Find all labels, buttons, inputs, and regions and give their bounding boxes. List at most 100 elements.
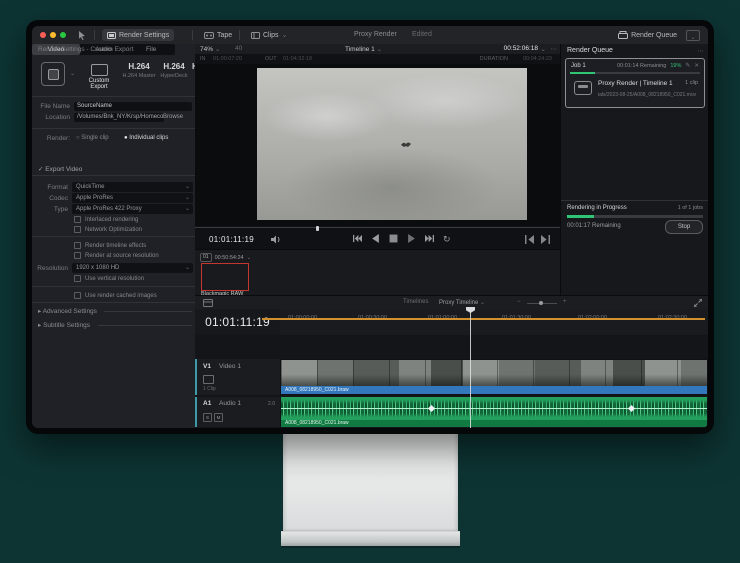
preset-custom-export[interactable]: Custom Export [80, 60, 118, 90]
render-queue-panel: Render Queue ⋯ Job 1 00:01:14 Remaining … [560, 44, 708, 295]
play-icon[interactable] [407, 234, 416, 243]
tab-file[interactable]: File [127, 44, 175, 55]
render-settings-panel: Render Settings - Custom Export ⌄ Custom… [32, 44, 196, 428]
resolution-dropdown[interactable]: 1920 x 1080 HD⌄ [72, 263, 193, 273]
vertical-resolution-checkbox[interactable]: Use vertical resolution [74, 275, 144, 282]
interlaced-rendering-checkbox[interactable]: Interlaced rendering [74, 216, 138, 223]
render-queue-toggle-button[interactable]: Render Queue [613, 29, 682, 41]
match-frame-in-icon[interactable] [525, 235, 534, 244]
audio-track-header[interactable]: A1 Audio 1 2.0 S M [195, 397, 281, 427]
expand-panel-icon[interactable] [694, 299, 702, 307]
job-name: Job 1 [571, 63, 586, 69]
audio-clip-waveform[interactable] [281, 397, 707, 420]
more-icon[interactable]: ⋯ [697, 47, 704, 55]
individual-clips-label: Individual clips [129, 135, 168, 141]
video-track-lane[interactable]: A008_08218950_C021.braw [280, 359, 708, 395]
render-target-icon [574, 81, 592, 95]
network-optimization-checkbox[interactable]: Network Optimization [74, 226, 142, 233]
speaker-icon[interactable] [271, 235, 282, 244]
render-source-resolution-checkbox[interactable]: Render at source resolution [74, 252, 159, 259]
arrow-right-icon: ▸ [38, 322, 41, 329]
timeline-ruler[interactable]: 01:01:11:19 01:00:00:00 01:00:30:00 01:0… [195, 309, 708, 335]
location-input[interactable]: /Volumes/Bnk_NY/Krsp/Homecoming_NR5/D [74, 113, 164, 122]
stop-icon[interactable] [389, 234, 398, 243]
stop-render-button[interactable]: Stop [665, 220, 703, 234]
preset-title: H.264 [158, 62, 190, 71]
format-dropdown[interactable]: QuickTime⌄ [72, 182, 193, 192]
mute-icon[interactable]: M [214, 413, 223, 422]
job-remaining: 00:01:14 Remaining [617, 63, 666, 69]
audio-track-lane[interactable]: A008_08218950_C021.braw [280, 397, 708, 427]
go-to-start-icon[interactable] [353, 234, 362, 243]
track-enable-icon[interactable] [203, 375, 214, 384]
video-track-header[interactable]: V1 Video 1 1 Clip [195, 359, 281, 395]
zoom-slider-handle[interactable] [539, 301, 543, 305]
clip-thumbnail[interactable] [201, 263, 249, 291]
codec-dropdown[interactable]: Apple ProRes⌄ [72, 193, 193, 203]
timeline-view-icon[interactable] [203, 299, 213, 307]
solo-icon[interactable]: S [203, 413, 212, 422]
audio-clip-bar[interactable]: A008_08218950_C021.braw [281, 420, 707, 427]
preset-custom-icon-card[interactable] [38, 62, 68, 86]
render-settings-button[interactable]: Render Settings [102, 29, 174, 41]
zoom-out-icon[interactable]: − [517, 299, 521, 305]
chevron-down-icon: ⌄ [282, 31, 288, 39]
track-accent [195, 359, 197, 395]
render-timeline-effects-checkbox[interactable]: Render timeline effects [74, 242, 146, 249]
file-name-input[interactable]: SourceName [74, 102, 192, 111]
overall-progress-track [567, 215, 703, 218]
cursor-tool-icon[interactable] [78, 31, 86, 40]
video-clip-filmstrip[interactable] [281, 360, 707, 386]
more-icon[interactable]: ⋯ [551, 45, 558, 53]
zoom-window-button[interactable] [60, 32, 66, 38]
advanced-settings-section[interactable]: ▸ Advanced Settings [38, 307, 97, 315]
edit-job-icon[interactable]: ✎ [685, 62, 690, 69]
chevron-down-icon[interactable]: ⌄ [247, 255, 252, 261]
chevron-down-icon: ⌄ [480, 300, 485, 306]
render-queue-icon [618, 31, 628, 39]
check-icon: ✓ [38, 166, 43, 173]
zoom-in-icon[interactable]: + [563, 299, 567, 305]
video-frame [257, 68, 527, 220]
preset-hyperdeck[interactable]: H.264 HyperDeck [158, 62, 190, 79]
workspace-dropdown[interactable]: ⌄ [686, 30, 700, 41]
video-clip-bar[interactable]: A008_08218950_C021.braw [281, 386, 707, 394]
preset-h264-master[interactable]: H.264 H.264 Master [122, 62, 156, 79]
single-clip-label: Single clip [81, 135, 108, 141]
codec-value: Apple ProRes [76, 195, 113, 201]
type-dropdown[interactable]: Apple ProRes 422 Proxy⌄ [72, 204, 193, 214]
tape-button[interactable]: Tape [199, 29, 237, 41]
viewer-zoom-select[interactable]: 74% ⌄ [200, 45, 220, 53]
minimize-window-button[interactable] [50, 32, 56, 38]
job-clip-count: 1 clip [685, 80, 698, 86]
close-window-button[interactable] [40, 32, 46, 38]
render-cached-checkbox[interactable]: Use render cached images [74, 292, 157, 299]
type-label: Type [32, 206, 68, 213]
custom-preset-icon [41, 62, 65, 86]
chevron-down-icon: ⌄ [377, 46, 382, 53]
go-to-end-icon[interactable] [425, 234, 434, 243]
step-back-icon[interactable] [371, 234, 380, 243]
loop-icon[interactable]: ↻ [443, 235, 451, 243]
job-label: Proxy Render | Timeline 1 [598, 80, 673, 87]
individual-clips-radio[interactable]: ● Individual clips [124, 135, 168, 141]
arrow-right-icon: ▸ [38, 308, 41, 315]
match-frame-out-icon[interactable] [541, 235, 550, 244]
timeline-selector[interactable]: Timeline 1 ⌄ [345, 45, 382, 53]
subtitle-settings-section[interactable]: ▸ Subtitle Settings [38, 321, 90, 329]
network-optimization-label: Network Optimization [85, 227, 142, 233]
export-video-checkbox[interactable]: ✓ Export Video [38, 165, 82, 173]
clip-timecode: 00:50:54:24 [215, 255, 244, 261]
render-job-card[interactable]: Job 1 00:01:14 Remaining 19% ✎ ✕ Proxy R… [565, 58, 705, 108]
browse-button[interactable]: Browse [163, 114, 183, 120]
clips-button[interactable]: Clips ⌄ [246, 29, 292, 41]
chevron-down-icon[interactable]: ⌄ [70, 70, 75, 77]
video-clip-count: 1 Clip [203, 386, 216, 392]
remove-job-icon[interactable]: ✕ [694, 63, 699, 69]
proxy-timeline-select[interactable]: Proxy Timeline ⌄ [439, 299, 485, 306]
checkbox-icon [74, 216, 81, 223]
single-clip-radio[interactable]: ○ Single clip [76, 135, 109, 141]
menubar: Render Settings Tape Clips ⌄ Proxy Rende… [32, 26, 708, 45]
render-mode-label: Render: [32, 135, 70, 142]
chevron-down-icon[interactable]: ⌄ [541, 45, 546, 53]
